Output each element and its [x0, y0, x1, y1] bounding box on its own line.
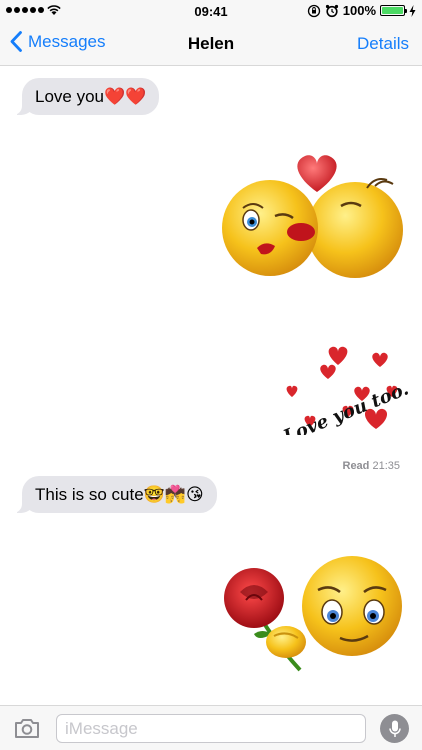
charging-bolt-icon [409, 4, 416, 17]
alarm-icon [325, 4, 338, 17]
incoming-message-bubble[interactable]: Love you❤️❤️ [11, 78, 160, 115]
battery-percent: 100% [342, 3, 376, 18]
read-label: Read [342, 460, 370, 472]
status-bar: 09:41 100% [0, 0, 422, 22]
imessage-input[interactable] [56, 714, 366, 743]
message-text: This is so cute🤓💏😘 [35, 485, 204, 504]
rotation-lock-icon [307, 4, 320, 17]
details-button[interactable]: Details [357, 34, 409, 54]
chevron-left-icon [10, 31, 22, 52]
incoming-message-bubble[interactable]: This is so cute🤓💏😘 [12, 476, 217, 513]
read-time: 21:35 [372, 460, 400, 472]
back-label: Messages [28, 31, 106, 51]
microphone-button[interactable] [380, 714, 409, 743]
navigation-bar: Messages Helen Details [0, 22, 422, 66]
microphone-icon [388, 720, 401, 737]
message-text: Love you❤️❤️ [35, 87, 147, 106]
camera-icon[interactable] [14, 718, 40, 739]
back-button[interactable]: Messages [10, 31, 105, 52]
sticker-caption: Love you too... [280, 374, 408, 435]
compose-bar [0, 705, 422, 750]
smiley-holding-rose-sticker[interactable] [218, 550, 408, 678]
read-receipt: Read 21:35 [343, 460, 401, 472]
love-you-too-hearts-sticker[interactable]: Love you too... [268, 345, 408, 435]
battery-icon [380, 5, 407, 16]
kissing-emojis-heart-sticker[interactable] [215, 150, 405, 282]
